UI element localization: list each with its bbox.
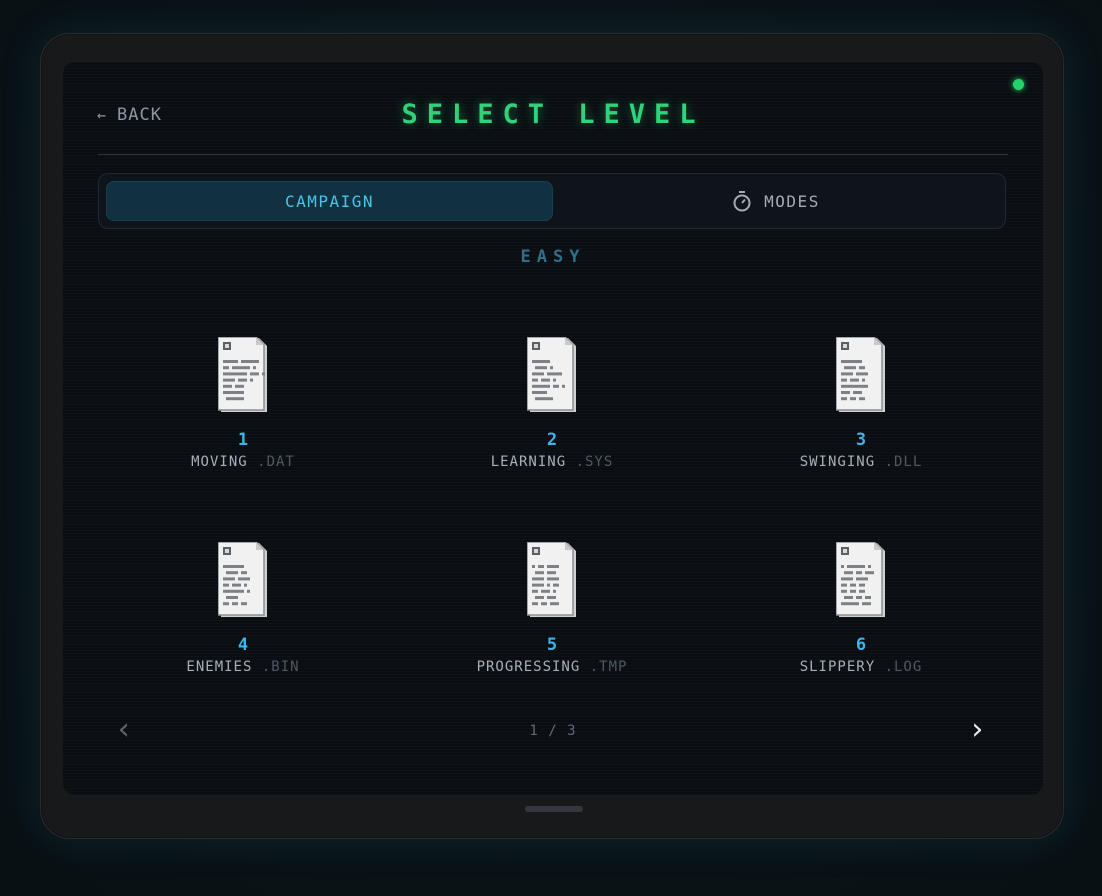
level-number: 5	[546, 635, 558, 655]
level-extension: .TMP	[589, 659, 628, 675]
document-file-icon	[526, 336, 577, 413]
level-name: MOVING .DAT	[88, 454, 398, 470]
difficulty-label: EASY	[520, 247, 586, 267]
home-indicator	[525, 806, 583, 812]
mode-tabs: CAMPAIGN MODES	[98, 173, 1006, 229]
level-name: SWINGING .DLL	[706, 454, 1016, 470]
level-name: LEARNING .SYS	[397, 454, 707, 470]
level-name-text: SWINGING	[799, 454, 876, 470]
level-extension: .DLL	[884, 454, 923, 470]
level-name-text: SLIPPERY	[799, 659, 876, 675]
level-name: PROGRESSING .TMP	[397, 659, 707, 675]
page-title: SELECT LEVEL	[401, 99, 705, 130]
level-extension: .BIN	[261, 659, 300, 675]
document-file-icon	[217, 541, 268, 618]
tab-campaign-label: CAMPAIGN	[284, 191, 375, 211]
page-indicator: 1 / 3	[529, 723, 577, 739]
level-extension: .DAT	[257, 454, 295, 470]
pagination: ‹ 1 / 3 ›	[63, 715, 1043, 747]
level-card[interactable]: 3 SWINGING .DLL	[706, 336, 1016, 477]
level-card[interactable]: 1 MOVING .DAT	[88, 336, 398, 477]
level-name-text: PROGRESSING	[476, 659, 581, 675]
device-frame: ← BACK SELECT LEVEL CAMPAIGN MODES EASY	[40, 33, 1064, 839]
level-number: 2	[546, 430, 558, 450]
document-file-icon	[835, 336, 886, 413]
document-file-icon	[526, 541, 577, 618]
next-page-button[interactable]: ›	[968, 715, 986, 745]
level-name: ENEMIES .BIN	[88, 659, 398, 675]
level-number: 4	[237, 635, 249, 655]
level-name-text: ENEMIES	[186, 659, 253, 675]
level-card[interactable]: 2 LEARNING .SYS	[397, 336, 707, 477]
level-card[interactable]: 4 ENEMIES .BIN	[88, 541, 398, 682]
tab-modes-label: MODES	[764, 191, 820, 211]
status-led	[1013, 79, 1024, 90]
header-divider	[98, 154, 1008, 155]
level-card[interactable]: 5 PROGRESSING .TMP	[397, 541, 707, 682]
stopwatch-icon	[732, 190, 752, 212]
level-extension: .LOG	[884, 659, 923, 675]
level-number: 6	[855, 635, 867, 655]
game-screen: ← BACK SELECT LEVEL CAMPAIGN MODES EASY	[63, 62, 1043, 795]
tab-campaign[interactable]: CAMPAIGN	[106, 181, 553, 221]
level-card[interactable]: 6 SLIPPERY .LOG	[706, 541, 1016, 682]
level-name: SLIPPERY .LOG	[706, 659, 1016, 675]
level-name-text: MOVING	[191, 454, 248, 470]
level-extension: .SYS	[575, 454, 614, 470]
level-number: 1	[237, 430, 249, 450]
tab-modes[interactable]: MODES	[553, 181, 999, 221]
document-file-icon	[217, 336, 268, 413]
document-file-icon	[835, 541, 886, 618]
level-number: 3	[855, 430, 867, 450]
level-name-text: LEARNING	[490, 454, 567, 470]
